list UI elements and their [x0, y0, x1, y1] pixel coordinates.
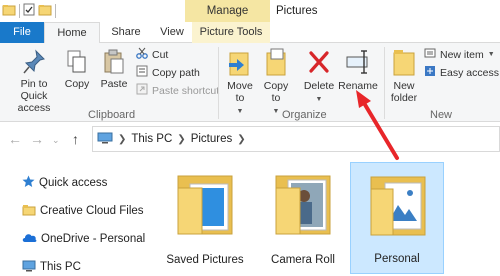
delete-x-icon: [306, 51, 332, 80]
copy-icon: [66, 50, 88, 78]
toolbar-divider: [19, 4, 20, 18]
folder-icon: [370, 176, 426, 236]
copy-to-label: Copy to: [263, 80, 289, 104]
copy-path-button[interactable]: Copy path: [136, 65, 200, 81]
copy-path-label: Copy path: [152, 67, 200, 79]
pc-icon: [22, 260, 36, 275]
group-divider: [218, 47, 219, 119]
title-bar: Manage Pictures: [0, 0, 500, 22]
new-item-label: New item: [440, 49, 484, 61]
folder-icon: [22, 204, 36, 219]
breadcrumb-item[interactable]: This PC: [131, 133, 172, 145]
pc-icon: [97, 132, 113, 147]
pin-icon: [22, 49, 46, 78]
tab-home[interactable]: Home: [44, 22, 100, 44]
rename-button[interactable]: Rename: [338, 47, 378, 92]
navigation-pane: Quick access Creative Cloud Files OneDri…: [0, 166, 150, 276]
folder-icon: [177, 175, 233, 235]
move-to-label: Move to: [227, 80, 253, 104]
chevron-right-icon: ❯: [118, 133, 127, 145]
dropdown-arrow-icon: ▼: [487, 51, 495, 58]
move-to-icon: [227, 52, 253, 80]
cut-label: Cut: [152, 49, 169, 61]
delete-label: Delete: [303, 80, 335, 92]
sidebar-item-creative-cloud[interactable]: Creative Cloud Files: [22, 202, 144, 220]
quick-access-toolbar: [2, 3, 56, 19]
organize-group-label: Organize: [282, 109, 327, 121]
sidebar-item-quick-access[interactable]: Quick access: [22, 174, 107, 192]
sidebar-item-label: Quick access: [39, 177, 108, 189]
new-item-button[interactable]: New item ▼: [424, 47, 495, 63]
cut-button[interactable]: Cut: [136, 47, 168, 63]
recent-locations-icon[interactable]: ⌄: [52, 135, 60, 146]
folder-icon: [275, 175, 331, 235]
rename-icon: [344, 50, 372, 80]
ribbon: Pin to Quick access Copy Paste Cut Copy …: [0, 43, 500, 122]
scissors-icon: [136, 47, 148, 64]
sidebar-item-label: OneDrive - Personal: [41, 233, 146, 245]
tab-view[interactable]: View: [152, 22, 192, 43]
properties-icon[interactable]: [23, 3, 35, 19]
easy-access-label: Easy access: [440, 67, 499, 79]
chevron-right-icon: ❯: [177, 133, 186, 145]
manage-context-tab[interactable]: Manage: [185, 0, 270, 22]
group-divider: [384, 47, 385, 119]
tab-file[interactable]: File: [0, 22, 44, 43]
sidebar-item-onedrive[interactable]: OneDrive - Personal: [22, 230, 145, 248]
new-item-icon: [424, 47, 436, 64]
sidebar-item-this-pc[interactable]: This PC: [22, 258, 81, 276]
address-bar-row: ← → ⌄ ↑ ❯ This PC ❯ Pictures ❯: [0, 122, 500, 158]
forward-arrow-icon[interactable]: →: [30, 131, 44, 147]
new-folder-icon: [391, 50, 417, 80]
pin-to-quick-access-button[interactable]: Pin to Quick access: [6, 49, 62, 114]
star-icon: [22, 175, 35, 191]
paste-shortcut-button[interactable]: Paste shortcut: [136, 83, 219, 99]
pin-label: Pin to Quick access: [17, 78, 51, 114]
paste-shortcut-icon: [136, 83, 148, 100]
folder-tile-saved-pictures[interactable]: Saved Pictures: [158, 162, 252, 274]
clipboard-group-label: Clipboard: [88, 109, 136, 121]
folder-name: Personal: [374, 253, 420, 265]
chevron-right-icon: ❯: [237, 133, 246, 145]
back-arrow-icon[interactable]: ←: [8, 131, 22, 147]
cloud-icon: [22, 232, 37, 246]
new-folder-icon[interactable]: [38, 4, 52, 19]
folder-tile-camera-roll[interactable]: Camera Roll: [256, 162, 350, 274]
dropdown-arrow-icon: ▼: [272, 108, 280, 115]
easy-access-icon: [424, 65, 436, 82]
easy-access-button[interactable]: Easy access ▼: [424, 65, 500, 81]
paste-icon: [103, 49, 125, 78]
copy-to-button[interactable]: Copy to ▼: [260, 47, 292, 118]
copy-to-icon: [263, 48, 289, 80]
dropdown-arrow-icon: ▼: [315, 96, 323, 103]
sidebar-item-label: This PC: [40, 261, 81, 273]
sidebar-item-label: Creative Cloud Files: [40, 205, 144, 217]
explorer-icon: [2, 4, 16, 19]
rename-label: Rename: [338, 80, 378, 92]
copy-button[interactable]: Copy: [62, 49, 92, 90]
paste-label: Paste: [100, 78, 128, 90]
folder-name: Camera Roll: [271, 254, 335, 266]
tab-picture-tools[interactable]: Picture Tools: [192, 22, 270, 43]
new-folder-label: New folder: [390, 80, 418, 104]
ribbon-tabs: File Home Share View Picture Tools: [0, 22, 500, 44]
paste-button[interactable]: Paste: [98, 49, 130, 90]
toolbar-divider: [55, 4, 56, 18]
new-group-label: New: [430, 109, 453, 121]
delete-button[interactable]: Delete ▼: [302, 47, 336, 106]
up-arrow-icon[interactable]: ↑: [72, 131, 79, 147]
tab-share[interactable]: Share: [100, 22, 152, 43]
copy-label: Copy: [64, 78, 90, 90]
folder-tile-personal[interactable]: Personal: [350, 162, 444, 274]
folder-name: Saved Pictures: [166, 254, 244, 266]
dropdown-arrow-icon: ▼: [236, 108, 244, 115]
breadcrumb[interactable]: ❯ This PC ❯ Pictures ❯: [92, 126, 500, 152]
new-folder-button[interactable]: New folder: [388, 47, 420, 104]
breadcrumb-item[interactable]: Pictures: [191, 133, 233, 145]
paste-shortcut-label: Paste shortcut: [152, 85, 220, 97]
window-title: Pictures: [276, 5, 318, 17]
copy-path-icon: [136, 65, 148, 82]
move-to-button[interactable]: Move to ▼: [224, 47, 256, 118]
